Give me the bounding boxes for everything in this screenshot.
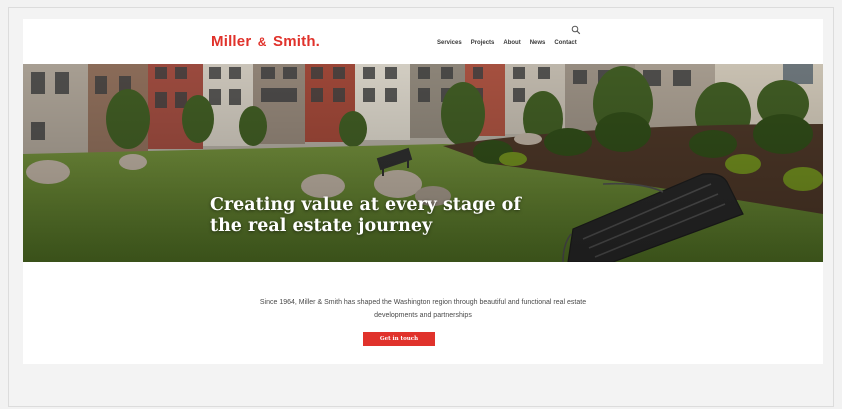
- nav-item-about[interactable]: About: [503, 40, 520, 46]
- hero-banner: Creating value at every stage of the rea…: [23, 64, 823, 262]
- intro-text: Since 1964, Miller & Smith has shaped th…: [259, 299, 587, 319]
- nav-item-contact[interactable]: Contact: [554, 40, 576, 46]
- web-page: Miller & Smith. Services Projects About …: [23, 19, 823, 364]
- nav-item-news[interactable]: News: [530, 40, 546, 46]
- get-in-touch-button[interactable]: Get in touch: [363, 332, 435, 346]
- hero-headline: Creating value at every stage of the rea…: [210, 195, 521, 236]
- search-icon[interactable]: [571, 25, 581, 35]
- nav-item-projects[interactable]: Projects: [471, 40, 495, 46]
- nav-item-services[interactable]: Services: [437, 40, 462, 46]
- site-header: Miller & Smith. Services Projects About …: [23, 19, 823, 64]
- brand-logo-part1: Miller: [211, 33, 252, 50]
- brand-logo[interactable]: Miller & Smith.: [211, 33, 320, 50]
- brand-logo-part2: Smith.: [273, 33, 321, 50]
- main-nav: Services Projects About News Contact: [437, 40, 577, 46]
- brand-logo-ampersand: &: [257, 35, 267, 49]
